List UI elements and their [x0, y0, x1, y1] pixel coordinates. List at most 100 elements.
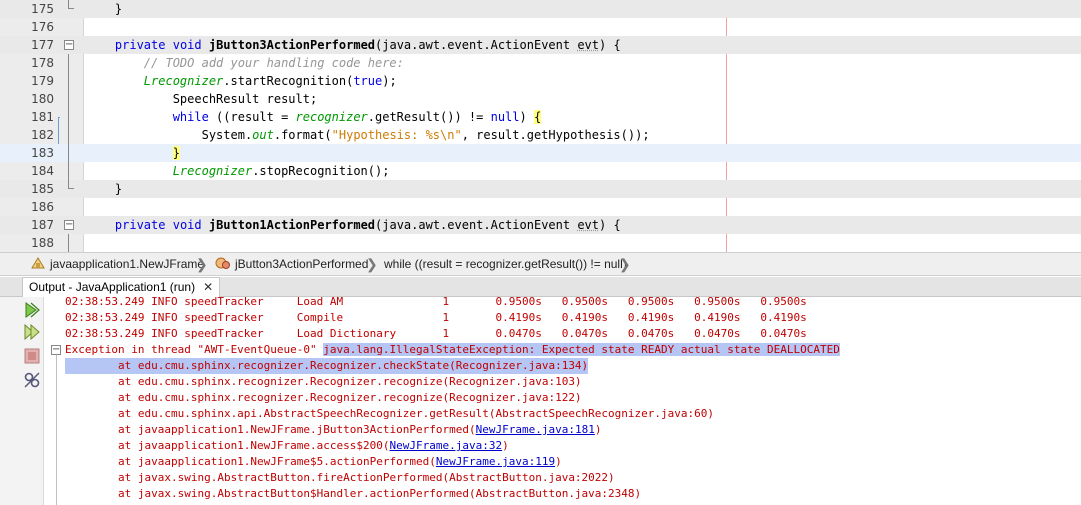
fold-guide	[68, 144, 69, 162]
code-line-current[interactable]: 183 }	[0, 144, 1081, 162]
code-line[interactable]: 188	[0, 234, 1081, 252]
code-text[interactable]: SpeechResult result;	[86, 90, 318, 108]
frame-text: )	[555, 455, 562, 468]
breadcrumb-label: javaapplication1.NewJFrame	[50, 257, 205, 271]
fold-end-marker	[68, 180, 74, 189]
stack-frame: at edu.cmu.sphinx.recognizer.Recognizer.…	[65, 391, 582, 404]
code-text[interactable]: // TODO add your handling code here:	[86, 54, 404, 72]
output-console[interactable]: − 02:38:53.249 INFO speedTracker Load AM…	[45, 297, 1081, 505]
fold-guide	[68, 72, 69, 90]
line-number: 177	[31, 38, 54, 52]
code-text[interactable]: }	[86, 144, 180, 162]
fold-guide	[68, 54, 69, 72]
breadcrumb-separator-icon: ❯	[366, 256, 378, 272]
stop-icon[interactable]	[23, 347, 41, 365]
fold-toggle-icon[interactable]: −	[64, 220, 74, 230]
method-icon	[215, 255, 231, 269]
stack-frame: at javaapplication1.NewJFrame.jButton3Ac…	[65, 422, 601, 438]
rerun-icon[interactable]	[23, 301, 41, 319]
stack-frame: at edu.cmu.sphinx.recognizer.Recognizer.…	[65, 375, 582, 388]
code-text[interactable]: private void jButton1ActionPerformed(jav…	[86, 216, 621, 234]
frame-text: )	[502, 439, 509, 452]
fold-toggle-icon[interactable]: −	[64, 40, 74, 50]
breadcrumb-item-class[interactable]: javaapplication1.NewJFrame	[30, 253, 204, 275]
code-text[interactable]: System.out.format("Hypothesis: %s\n", re…	[86, 126, 650, 144]
stack-frame: at javax.swing.AbstractButton$Handler.ac…	[65, 487, 642, 500]
line-number: 178	[31, 56, 54, 70]
stack-frame: at javaapplication1.NewJFrame.access$200…	[65, 438, 509, 454]
fold-guide	[68, 162, 69, 180]
line-number: 183	[31, 146, 54, 160]
code-line[interactable]: 185 }	[0, 180, 1081, 198]
code-line[interactable]: 181 while ((result = recognizer.getResul…	[0, 108, 1081, 126]
frame-text: at javaapplication1.NewJFrame.jButton3Ac…	[65, 423, 476, 436]
code-line[interactable]: 187 − private void jButton1ActionPerform…	[0, 216, 1081, 234]
code-text[interactable]: }	[86, 180, 122, 198]
code-editor[interactable]: 175 } 176 177 − private void jButton3Act…	[0, 0, 1081, 252]
line-number: 176	[31, 20, 54, 34]
code-line[interactable]: 182 System.out.format("Hypothesis: %s\n"…	[0, 126, 1081, 144]
rerun-with-options-icon[interactable]	[23, 323, 41, 341]
code-text[interactable]: private void jButton3ActionPerformed(jav…	[86, 36, 621, 54]
code-line[interactable]: 186	[0, 198, 1081, 216]
class-icon	[30, 255, 46, 269]
code-line[interactable]: 178 // TODO add your handling code here:	[0, 54, 1081, 72]
output-toolbar	[0, 297, 44, 505]
code-line[interactable]: 176	[0, 18, 1081, 36]
line-number: 182	[31, 128, 54, 142]
breadcrumb-separator-icon: ❯	[196, 256, 208, 272]
line-number: 185	[31, 182, 54, 196]
code-text[interactable]: Lrecognizer.stopRecognition();	[86, 162, 390, 180]
close-icon[interactable]: ✕	[203, 280, 213, 294]
code-line[interactable]: 180 SpeechResult result;	[0, 90, 1081, 108]
code-line[interactable]: 177 − private void jButton3ActionPerform…	[0, 36, 1081, 54]
source-link[interactable]: NewJFrame.java:32	[390, 439, 503, 452]
fold-guide	[68, 126, 69, 144]
line-number: 188	[31, 236, 54, 250]
exception-prefix: Exception in thread "AWT-EventQueue-0"	[65, 343, 324, 356]
breadcrumb-label: jButton3ActionPerformed	[235, 257, 369, 271]
line-number: 184	[31, 164, 54, 178]
source-link[interactable]: NewJFrame.java:181	[476, 423, 595, 436]
fold-guide	[68, 234, 69, 252]
breadcrumb-item-statement[interactable]: while ((result = recognizer.getResult())…	[384, 253, 627, 275]
output-line: 02:38:53.249 INFO speedTracker Load AM 1…	[65, 297, 807, 308]
fold-end-marker	[68, 0, 74, 9]
code-line[interactable]: 179 Lrecognizer.startRecognition(true);	[0, 72, 1081, 90]
line-number: 180	[31, 92, 54, 106]
source-link[interactable]: NewJFrame.java:119	[436, 455, 555, 468]
navigation-breadcrumb: javaapplication1.NewJFrame ❯ jButton3Act…	[0, 252, 1081, 276]
stack-frame: at javaapplication1.NewJFrame$5.actionPe…	[65, 454, 562, 470]
settings-icon[interactable]	[23, 371, 41, 389]
fold-guide	[68, 108, 69, 126]
output-window-header: Output - JavaApplication1 (run) ✕	[0, 277, 1081, 297]
output-line: 02:38:53.249 INFO speedTracker Compile 1…	[65, 311, 807, 324]
line-number: 181	[31, 110, 54, 124]
frame-text: at javaapplication1.NewJFrame$5.actionPe…	[65, 455, 436, 468]
tab-output[interactable]: Output - JavaApplication1 (run) ✕	[22, 277, 221, 297]
code-line[interactable]: 184 Lrecognizer.stopRecognition();	[0, 162, 1081, 180]
line-number: 186	[31, 200, 54, 214]
code-text[interactable]: while ((result = recognizer.getResult())…	[86, 108, 542, 126]
exception-message: java.lang.IllegalStateException: Expecte…	[323, 343, 840, 356]
stack-frame: at edu.cmu.sphinx.api.AbstractSpeechReco…	[65, 407, 715, 420]
frame-text: at javaapplication1.NewJFrame.access$200…	[65, 439, 390, 452]
breadcrumb-label: while ((result = recognizer.getResult())…	[384, 257, 627, 271]
fold-toggle-icon[interactable]: −	[51, 345, 61, 355]
breadcrumb-separator-icon: ❯	[619, 256, 631, 272]
stack-frame: at javax.swing.AbstractButton.fireAction…	[65, 471, 615, 484]
output-line: 02:38:53.249 INFO speedTracker Load Dict…	[65, 327, 807, 340]
breadcrumb-item-method[interactable]: jButton3ActionPerformed	[215, 253, 368, 275]
tab-label: Output - JavaApplication1 (run)	[29, 280, 196, 294]
fold-guide	[56, 355, 57, 505]
fold-guide	[68, 90, 69, 108]
line-number: 187	[31, 218, 54, 232]
code-line[interactable]: 175 }	[0, 0, 1081, 18]
stack-frame-selected: at edu.cmu.sphinx.recognizer.Recognizer.…	[65, 358, 589, 374]
code-text[interactable]: Lrecognizer.startRecognition(true);	[86, 72, 397, 90]
line-number: 179	[31, 74, 54, 88]
exception-line: Exception in thread "AWT-EventQueue-0" j…	[65, 342, 840, 358]
code-text[interactable]: }	[86, 0, 122, 18]
line-number: 175	[31, 2, 54, 16]
frame-text: )	[594, 423, 602, 436]
